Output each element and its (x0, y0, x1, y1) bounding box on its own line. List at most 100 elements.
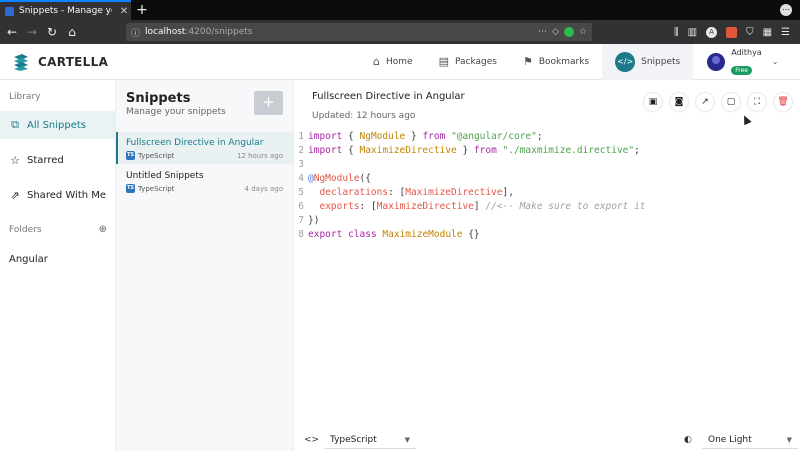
sidebar-item-label: Starred (27, 154, 64, 166)
code-editor[interactable]: 1 import { NgModule } from "@angular/core… (294, 130, 646, 242)
code-line[interactable]: 3 (294, 158, 646, 172)
code-line[interactable]: 6 exports: [MaximizeDirective] //<-- Mak… (294, 200, 645, 214)
line-number: 4 (298, 173, 304, 184)
home-icon[interactable]: ⌂ (64, 25, 80, 39)
sidebar-item-all-snippets[interactable]: ⧉ All Snippets (0, 111, 115, 139)
fullscreen-icon[interactable]: ⛶ (748, 93, 766, 111)
code-text: import { MaximizeDirective } from "./max… (308, 144, 640, 158)
snippets-icon: ⧉ (11, 118, 19, 131)
code-token: import (308, 131, 343, 142)
forward-icon[interactable]: → (24, 25, 40, 39)
code-line[interactable]: 4 @NgModule({ (294, 172, 646, 186)
user-menu[interactable]: Adithya Free ⌄ (707, 48, 778, 76)
language-value: TypeScript (330, 434, 377, 445)
code-text: import { NgModule } from "@angular/core"… (308, 130, 543, 144)
code-token: } (405, 131, 423, 142)
extension-box-icon[interactable]: ▦ (763, 27, 772, 38)
extension-a-icon[interactable]: A (706, 26, 718, 38)
snippet-name: Untitled Snippets (126, 171, 204, 181)
tab-title: Snippets - Manage your co (19, 6, 112, 16)
add-folder-icon[interactable]: ⊕ (99, 224, 107, 235)
hamburger-menu-icon[interactable]: ☰ (781, 27, 790, 38)
toolbar-icons: ⫼ ▥ A ⛉ ▦ ☰ (674, 26, 790, 38)
browser-navbar: ← → ↻ ⌂ ⓘ localhost:4200/snippets ⋯ ◇ ☆ … (0, 20, 800, 44)
library-icon[interactable]: ⫼ (674, 27, 679, 38)
code-icon: </> (615, 51, 636, 72)
typescript-icon: TS (126, 184, 135, 193)
nav-home[interactable]: ⌂ Home (360, 44, 426, 80)
sidebar-folder-angular[interactable]: Angular (0, 245, 115, 273)
new-tab-button[interactable]: + (133, 0, 151, 20)
extension-r-icon[interactable] (726, 26, 738, 38)
code-token: ; (536, 131, 543, 142)
sidebar-icon[interactable]: ▥ (688, 27, 697, 38)
address-url[interactable]: localhost:4200/snippets (145, 27, 533, 37)
pocket-icon[interactable]: ◇ (552, 27, 559, 37)
code-token: ], (502, 187, 514, 198)
reload-icon[interactable]: ↻ (44, 25, 60, 39)
close-tab-icon[interactable]: ✕ (117, 6, 131, 17)
list-item[interactable]: Untitled Snippets TS TypeScript 4 days a… (116, 165, 293, 197)
bookmark-icon: ⚑ (522, 55, 533, 68)
code-line[interactable]: 1 import { NgModule } from "@angular/core… (294, 130, 646, 144)
line-number: 8 (298, 229, 304, 240)
theme-select[interactable]: One Light ▼ (702, 431, 798, 449)
code-token: } (456, 145, 474, 156)
extension-green-icon[interactable] (563, 27, 574, 37)
add-snippet-button[interactable]: + (254, 91, 283, 115)
star-icon: ☆ (10, 153, 20, 167)
theme-value: One Light (708, 434, 752, 445)
chevron-down-icon[interactable]: ⌄ (772, 57, 779, 66)
save-icon[interactable]: ▣ (644, 93, 662, 111)
code-token: : [ (388, 187, 406, 198)
nav-bookmarks[interactable]: ⚑ Bookmarks (510, 44, 602, 80)
cartella-logo-icon (14, 53, 28, 71)
code-line[interactable]: 7}) (294, 214, 646, 228)
code-text: declarations: [MaximizeDirective], (308, 186, 514, 200)
code-line[interactable]: 2 import { MaximizeDirective } from "./ma… (294, 144, 646, 158)
chevron-down-icon: ▼ (786, 435, 792, 444)
code-token: MaximizeDirective (376, 201, 474, 212)
address-bar[interactable]: ⓘ localhost:4200/snippets ⋯ ◇ ☆ (126, 23, 592, 41)
site-info-icon[interactable]: ⓘ (131, 26, 140, 39)
code-text: export class MaximizeModule {} (308, 228, 480, 242)
bookmark-star-icon[interactable]: ☆ (579, 27, 587, 37)
sidebar-item-starred[interactable]: ☆ Starred (0, 146, 115, 174)
share-icon[interactable]: ↗ (696, 93, 714, 111)
sidebar-item-label: Shared With Me (27, 189, 107, 201)
sidebar-item-shared[interactable]: ⇗ Shared With Me (0, 181, 115, 209)
code-line[interactable]: 5 declarations: [MaximizeDirective], (294, 186, 646, 200)
snippet-title[interactable]: Fullscreen Directive in Angular (312, 91, 465, 102)
code-line[interactable]: 8 export class MaximizeModule {} (294, 228, 646, 242)
palette-icon: ◐ (684, 435, 692, 445)
code-token: exports (319, 201, 360, 212)
screenshot-icon[interactable]: ◙ (670, 93, 688, 111)
language-select[interactable]: TypeScript ▼ (324, 431, 416, 449)
nav-snippets-label: Snippets (641, 56, 681, 67)
back-icon[interactable]: ← (4, 25, 20, 39)
clipboard-icon[interactable]: ▢ (722, 93, 740, 111)
line-number: 5 (298, 187, 304, 198)
code-token: {} (462, 229, 480, 240)
nav-packages[interactable]: ▤ Packages (426, 44, 510, 80)
brand[interactable]: CARTELLA (0, 53, 360, 71)
code-token: declarations (319, 187, 389, 198)
shield-icon[interactable]: ⛉ (746, 27, 754, 38)
brand-name: CARTELLA (38, 54, 109, 69)
snippet-timestamp: 4 days ago (244, 184, 283, 193)
snippet-name: Fullscreen Directive in Angular (126, 138, 264, 148)
package-icon: ▤ (438, 55, 449, 68)
avatar[interactable] (707, 52, 726, 71)
delete-icon[interactable]: 🗑 (774, 93, 792, 111)
code-text: @NgModule({ (308, 172, 371, 186)
code-token: from (473, 145, 497, 156)
list-item[interactable]: Fullscreen Directive in Angular TS TypeS… (116, 132, 293, 164)
code-text: }) (308, 214, 319, 228)
nav-snippets[interactable]: </> Snippets (602, 43, 694, 80)
share-external-icon: ⇗ (10, 188, 20, 202)
browser-tab[interactable]: Snippets - Manage your co ✕ (0, 0, 131, 20)
page-actions-icon[interactable]: ⋯ (538, 27, 547, 37)
window-menu-icon[interactable]: ⋯ (780, 4, 792, 16)
chevron-down-icon: ▼ (404, 435, 410, 444)
